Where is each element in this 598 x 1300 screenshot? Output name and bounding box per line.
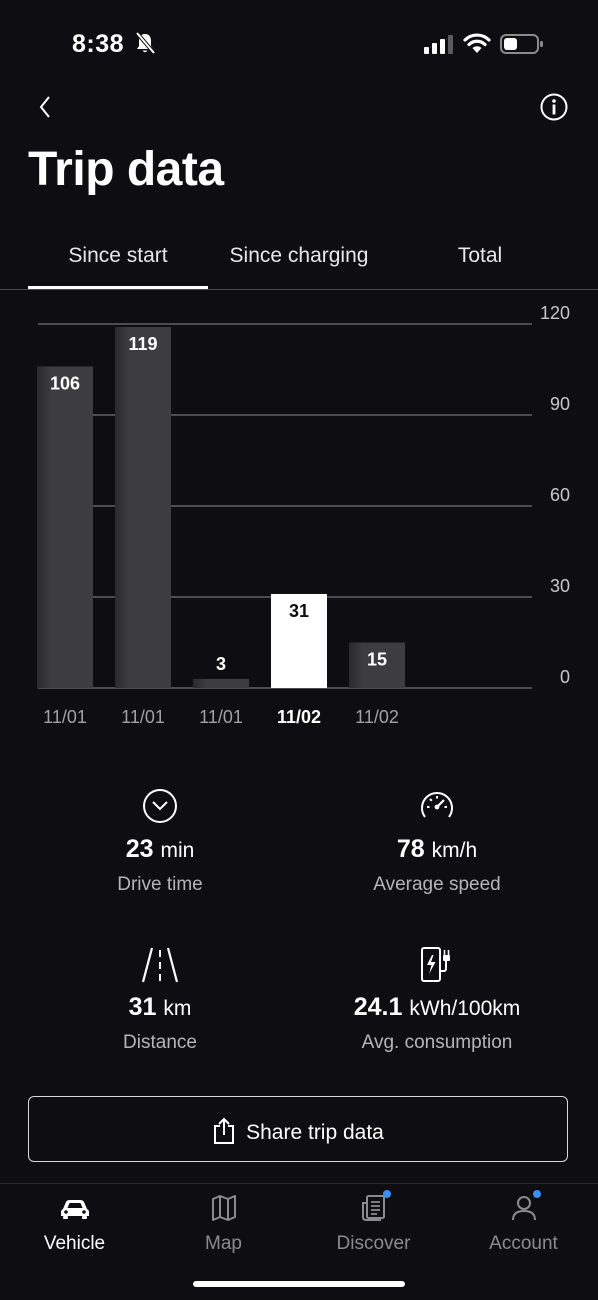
info-icon[interactable] [539,92,569,122]
y-tick-label: 120 [540,303,570,323]
avg-consumption-label: Avg. consumption [361,1032,513,1053]
cellular-signal-icon [424,35,453,54]
distance-unit: km [163,997,192,1020]
share-icon [214,1117,235,1144]
bell-muted-icon [135,31,156,55]
bottom-nav-divider [0,1183,598,1184]
status-time: 8:38 [72,30,125,58]
car-icon [60,1200,89,1219]
average-speed-label: Average speed [373,874,501,895]
bar-value-label: 15 [367,650,387,670]
x-tick-label: 11/01 [199,707,243,727]
y-tick-label: 60 [550,485,570,505]
y-tick-label: 30 [550,576,570,596]
charging-station-icon [421,947,450,982]
person-icon [511,1196,536,1221]
nav-discover-label: Discover [336,1233,411,1254]
x-tick-label: 11/01 [121,707,165,727]
avg-consumption-unit: kWh/100km [409,997,521,1020]
chart-bar [37,366,93,688]
bar-value-label: 106 [50,373,80,393]
map-icon [211,1195,236,1221]
home-indicator [193,1281,405,1287]
average-speed-value: 78 [396,835,425,863]
tabs-divider [0,289,598,290]
nav-vehicle[interactable]: Vehicle [0,1193,149,1255]
y-tick-label: 90 [550,394,570,414]
stat-avg-consumption: 24.1 kWh/100km Avg. consumption [297,946,577,1066]
tab-total[interactable]: Total [390,244,570,268]
tab-since-start[interactable]: Since start [28,244,208,268]
stat-distance: 31 km Distance [20,946,300,1066]
speedometer-icon [421,792,453,818]
nav-discover[interactable]: Discover [299,1190,448,1255]
y-tick-label: 0 [560,667,570,687]
stat-average-speed: 78 km/h Average speed [297,788,577,908]
nav-map[interactable]: Map [149,1193,298,1255]
drive-time-unit: min [160,839,195,862]
x-tick-label: 11/02 [277,707,321,727]
tab-since-charging[interactable]: Since charging [208,244,390,268]
discover-notification-badge [383,1190,391,1198]
account-notification-badge [533,1190,541,1198]
back-chevron-icon[interactable] [34,92,58,122]
nav-account-label: Account [489,1233,558,1254]
news-icon [361,1195,385,1221]
nav-account[interactable]: Account [449,1190,598,1255]
page-title: Trip data [28,143,224,196]
bar-value-label: 3 [216,654,226,674]
chart-bar [193,678,249,688]
chart-bar [115,327,171,688]
distance-label: Distance [123,1032,197,1053]
trip-bar-chart: 0 30 60 90 120 106 11/01 119 11/01 3 11/01 31 11/02 1… [37,303,570,727]
average-speed-unit: km/h [431,839,478,862]
x-tick-label: 11/02 [355,707,399,727]
stat-drive-time: 23 min Drive time [20,788,300,908]
drive-time-label: Drive time [117,874,203,895]
battery-icon [500,34,543,54]
bar-value-label: 31 [289,601,309,621]
road-icon [141,947,179,983]
bar-value-label: 119 [128,334,157,354]
chevron-circle-down-icon [143,789,177,823]
nav-vehicle-label: Vehicle [43,1233,106,1254]
nav-map-label: Map [205,1233,242,1254]
x-tick-label: 11/01 [43,707,87,727]
share-button-label: Share trip data [246,1121,384,1144]
avg-consumption-value: 24.1 [353,993,403,1021]
drive-time-value: 23 [125,835,154,863]
share-trip-data-button[interactable]: Share trip data [28,1096,568,1162]
distance-value: 31 [128,993,157,1021]
wifi-icon [463,33,491,53]
